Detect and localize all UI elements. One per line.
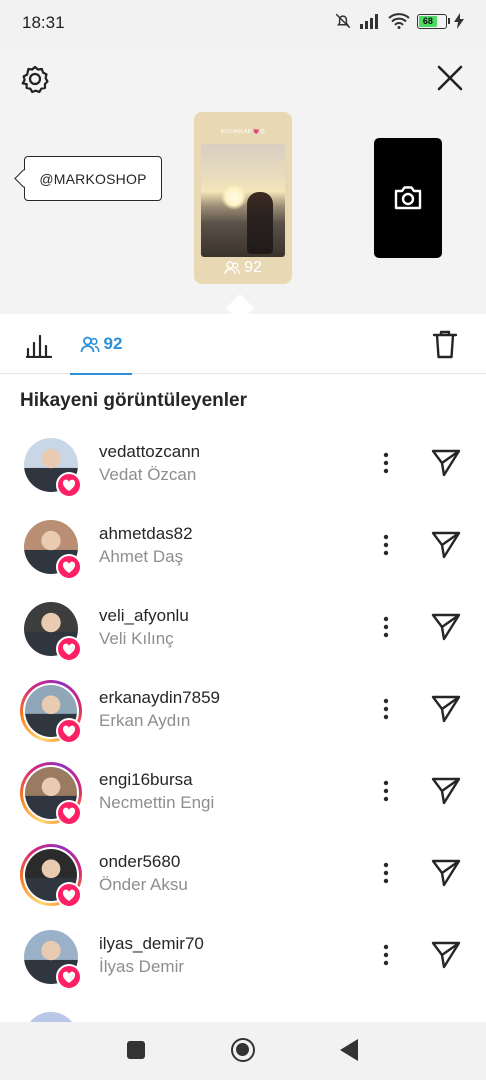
- story-caption: BiYCANLAR 💗😍: [220, 129, 266, 135]
- back-button[interactable]: [340, 1039, 358, 1061]
- viewer-fullname: Önder Aksu: [99, 875, 188, 894]
- viewers-icon: [80, 336, 100, 352]
- viewer-fullname: Vedat Özcan: [99, 465, 197, 484]
- signal-icon: [360, 14, 378, 29]
- mute-icon: [335, 13, 351, 29]
- viewer-fullname: Veli Kılınç: [99, 629, 174, 648]
- avatar[interactable]: [20, 1008, 82, 1022]
- battery-icon: 68: [417, 13, 450, 29]
- story-preview-area: @MARKOSHOP BiYCANLAR 💗😍 92: [0, 44, 486, 323]
- viewer-username[interactable]: engi16bursa: [99, 770, 193, 790]
- viewer-row[interactable]: onder5680 Önder Aksu: [0, 838, 486, 920]
- viewer-username[interactable]: erkanaydin7859: [99, 688, 220, 708]
- heart-icon: [56, 964, 82, 990]
- viewer-row[interactable]: ahmetdas82 Ahmet Daş: [0, 510, 486, 592]
- story-viewer-count-label: 92: [244, 259, 262, 276]
- send-message-icon[interactable]: [430, 776, 462, 806]
- person-silhouette: [247, 192, 273, 254]
- viewers-icon: [224, 261, 240, 275]
- section-title: Hikayeni görüntüleyenler: [20, 390, 248, 411]
- send-message-icon[interactable]: [430, 530, 462, 560]
- heart-icon: [56, 472, 82, 498]
- more-options-icon[interactable]: [378, 778, 394, 804]
- tab-row: 92: [0, 314, 486, 375]
- viewer-username[interactable]: veli_afyonlu: [99, 606, 189, 626]
- viewer-row[interactable]: erkanaydin7859 Erkan Aydın: [0, 674, 486, 756]
- heart-icon: [56, 554, 82, 580]
- trash-icon[interactable]: [432, 329, 458, 359]
- more-options-icon[interactable]: [378, 942, 394, 968]
- viewer-username[interactable]: ilyas_demir70: [99, 934, 204, 954]
- heart-icon: [56, 882, 82, 908]
- viewer-row[interactable]: ilyas_demir70 İlyas Demir: [0, 920, 486, 1002]
- recent-apps-button[interactable]: [127, 1041, 145, 1059]
- gear-icon[interactable]: [20, 64, 50, 94]
- more-options-icon[interactable]: [378, 532, 394, 558]
- viewer-username[interactable]: onder5680: [99, 852, 180, 872]
- send-message-icon[interactable]: [430, 448, 462, 478]
- navigation-bar: [0, 1022, 486, 1080]
- home-button[interactable]: [231, 1038, 255, 1062]
- viewer-row[interactable]: engi16bursa Necmettin Engi: [0, 756, 486, 838]
- status-icons: 68: [334, 12, 464, 30]
- story-photo: [201, 144, 285, 257]
- tab-viewers[interactable]: 92: [70, 314, 132, 375]
- story-thumbnail[interactable]: BiYCANLAR 💗😍 92: [194, 112, 292, 284]
- insights-icon[interactable]: [26, 332, 52, 358]
- more-options-icon[interactable]: [378, 450, 394, 476]
- sun-shape: [221, 184, 247, 210]
- charging-icon: [454, 13, 464, 29]
- viewer-username[interactable]: vedattozcann: [99, 442, 200, 462]
- tab-viewers-count: 92: [103, 334, 123, 353]
- send-message-icon[interactable]: [430, 940, 462, 970]
- viewer-row[interactable]: [0, 1002, 486, 1022]
- avatar-image: [24, 1012, 78, 1022]
- story-viewer-count: 92: [194, 259, 292, 277]
- heart-icon: [56, 800, 82, 826]
- mention-label: @MARKOSHOP: [39, 170, 147, 187]
- viewer-row[interactable]: vedattozcann Vedat Özcan: [0, 428, 486, 510]
- camera-icon: [394, 186, 422, 210]
- wifi-icon: [388, 13, 410, 29]
- more-options-icon[interactable]: [378, 696, 394, 722]
- viewer-fullname: Erkan Aydın: [99, 711, 191, 730]
- status-bar: 18:31 68: [0, 0, 486, 44]
- more-options-icon[interactable]: [378, 860, 394, 886]
- status-time: 18:31: [22, 13, 65, 32]
- battery-level: 68: [419, 15, 437, 27]
- add-story-button[interactable]: [374, 138, 442, 258]
- heart-icon: [56, 636, 82, 662]
- heart-icon: [56, 718, 82, 744]
- send-message-icon[interactable]: [430, 694, 462, 724]
- viewer-fullname: Necmettin Engi: [99, 793, 215, 812]
- viewer-username[interactable]: ahmetdas82: [99, 524, 193, 544]
- viewer-row[interactable]: veli_afyonlu Veli Kılınç: [0, 592, 486, 674]
- send-message-icon[interactable]: [430, 858, 462, 888]
- viewer-fullname: İlyas Demir: [99, 957, 185, 976]
- viewer-list: vedattozcann Vedat Özcan ahmetdas82 Ahmet D…: [0, 428, 486, 1022]
- send-message-icon[interactable]: [430, 612, 462, 642]
- mention-sticker[interactable]: @MARKOSHOP: [24, 156, 162, 201]
- close-icon[interactable]: [436, 64, 464, 92]
- viewer-fullname: Ahmet Daş: [99, 547, 184, 566]
- more-options-icon[interactable]: [378, 614, 394, 640]
